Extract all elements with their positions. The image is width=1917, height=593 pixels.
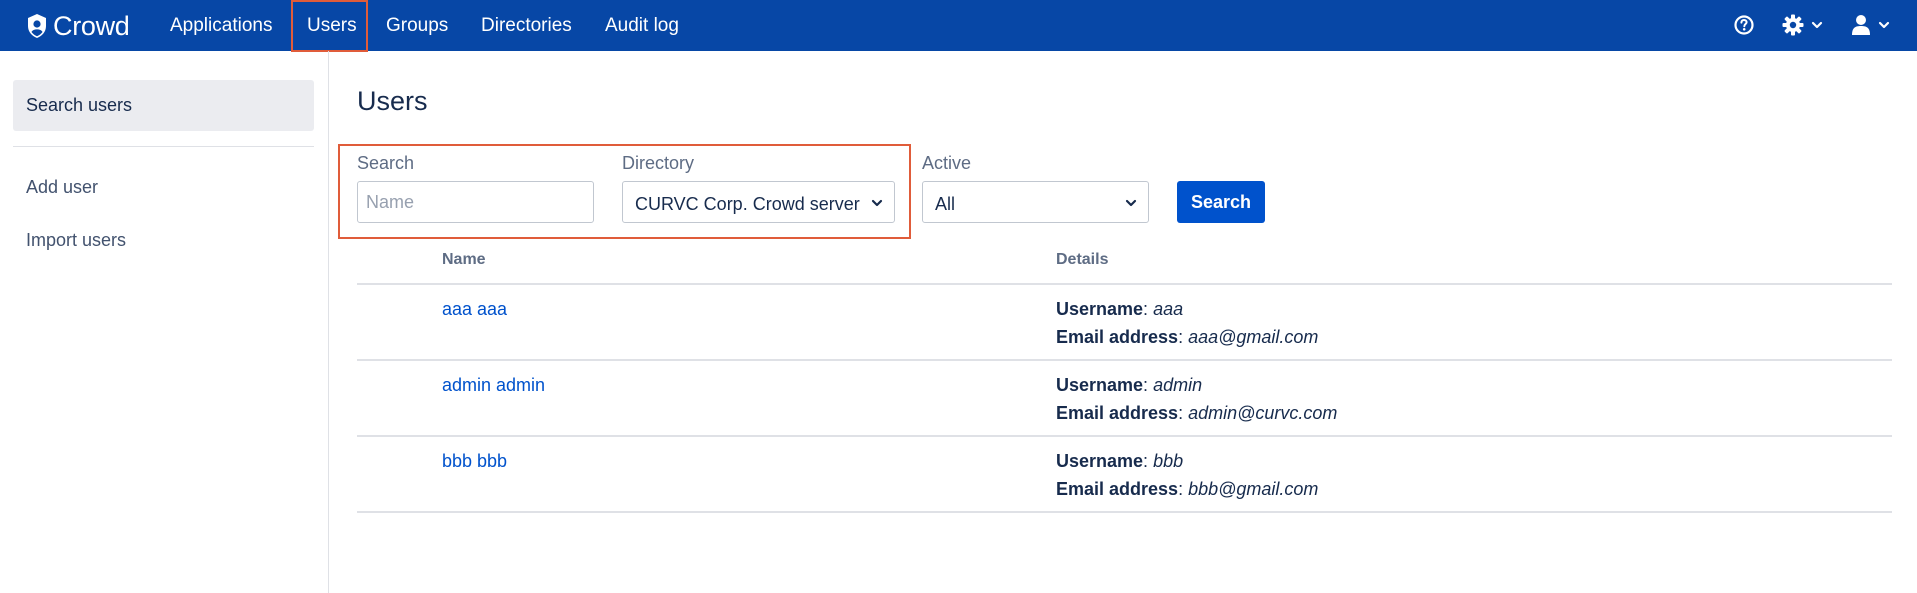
email-detail: Email address: aaa@gmail.com xyxy=(1056,327,1319,347)
sidebar: Search users Add user Import users xyxy=(0,51,329,593)
user-profile-icon xyxy=(1852,15,1870,35)
email-label: Email address xyxy=(1056,479,1179,499)
email-detail: Email address: admin@curvc.com xyxy=(1056,403,1338,423)
email-label: Email address xyxy=(1056,403,1179,423)
sidebar-divider xyxy=(13,146,314,147)
table-row: admin admin Username: admin Email addres… xyxy=(357,361,1892,437)
column-header-name: Name xyxy=(442,251,486,268)
user-name-link[interactable]: admin admin xyxy=(442,375,545,396)
settings-menu[interactable] xyxy=(1781,12,1824,38)
username-label: Username xyxy=(1056,375,1144,395)
user-profile-menu[interactable] xyxy=(1851,12,1891,38)
sidebar-item-search-users[interactable]: Search users xyxy=(13,80,314,131)
active-label: Active xyxy=(922,153,972,173)
nav-directories[interactable]: Directories xyxy=(481,12,572,40)
nav-applications[interactable]: Applications xyxy=(170,12,272,40)
email-value: admin@curvc.com xyxy=(1188,403,1338,423)
username-value: admin xyxy=(1153,375,1203,395)
settings-icon xyxy=(1782,14,1804,36)
username-detail: Username: admin xyxy=(1056,375,1203,395)
help-icon xyxy=(1734,15,1754,35)
active-select[interactable]: All xyxy=(922,181,1149,223)
username-value: bbb xyxy=(1153,451,1184,471)
user-name-link[interactable]: bbb bbb xyxy=(442,451,507,472)
app-name: Crowd xyxy=(53,10,130,41)
user-name-link[interactable]: aaa aaa xyxy=(442,299,507,320)
help-button[interactable] xyxy=(1733,12,1755,38)
username-detail: Username: aaa xyxy=(1056,299,1184,319)
sidebar-item-add-user[interactable]: Add user xyxy=(26,177,98,198)
email-value: bbb@gmail.com xyxy=(1188,479,1319,499)
column-header-details: Details xyxy=(1056,251,1109,268)
chevron-down-icon xyxy=(1125,199,1137,207)
nav-groups[interactable]: Groups xyxy=(386,12,448,40)
crowd-logo[interactable]: Crowd xyxy=(26,10,130,42)
email-label: Email address xyxy=(1056,327,1179,347)
email-detail: Email address: bbb@gmail.com xyxy=(1056,479,1319,499)
filter-highlight xyxy=(338,144,911,239)
username-detail: Username: bbb xyxy=(1056,451,1184,471)
search-button[interactable]: Search xyxy=(1177,181,1265,223)
username-label: Username xyxy=(1056,299,1144,319)
sidebar-item-import-users[interactable]: Import users xyxy=(26,230,126,251)
sidebar-item-label: Search users xyxy=(26,95,133,115)
active-select-value: All xyxy=(935,194,956,214)
table-row: aaa aaa Username: aaa Email address: aaa… xyxy=(357,285,1892,361)
email-value: aaa@gmail.com xyxy=(1188,327,1319,347)
nav-users-highlight xyxy=(291,0,368,52)
page-title: Users xyxy=(357,86,428,116)
top-navigation-bar: Crowd Applications Users Groups Director… xyxy=(0,0,1917,52)
crowd-logo-icon xyxy=(28,14,46,38)
nav-audit-log[interactable]: Audit log xyxy=(605,12,679,40)
table-row: bbb bbb Username: bbb Email address: bbb… xyxy=(357,437,1892,513)
chevron-down-icon xyxy=(1811,21,1823,29)
username-label: Username xyxy=(1056,451,1144,471)
username-value: aaa xyxy=(1153,299,1184,319)
chevron-down-icon xyxy=(1878,21,1890,29)
